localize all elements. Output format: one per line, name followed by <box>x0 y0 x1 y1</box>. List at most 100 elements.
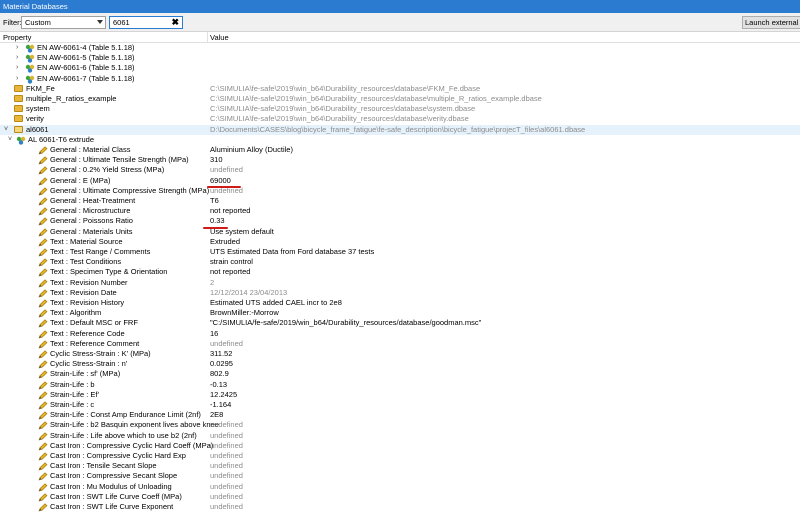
database-row[interactable]: multiple_R_ratios_example C:\SIMULIA\fe-s… <box>0 94 800 104</box>
pencil-icon <box>38 503 48 515</box>
property-value: T6 <box>210 196 219 205</box>
property-row[interactable]: Text : Default MSC or FRF "C:/SIMULIA/fe-… <box>0 318 800 328</box>
property-name: General : Ultimate Tensile Strength (MPa… <box>50 155 189 165</box>
property-name: General : Microstructure <box>50 206 131 216</box>
property-row[interactable]: Text : Test Range / Comments UTS Estimate… <box>0 247 800 257</box>
launch-external-button[interactable]: Launch external dat <box>742 16 800 29</box>
property-name: General : Ultimate Compressive Strength … <box>50 185 210 195</box>
property-row[interactable]: Text : Reference Code 16 <box>0 329 800 339</box>
database-folder-icon <box>14 115 23 123</box>
property-row[interactable]: Strain-Life : Const Amp Endurance Limit … <box>0 410 800 420</box>
property-name: General : 0.2% Yield Stress (MPa) <box>50 165 165 175</box>
material-tree: › EN AW-6061-4 (Table 5.1.18) › EN AW-6061-… <box>0 43 800 516</box>
property-value: undefined <box>210 338 243 348</box>
property-row[interactable]: General : 0.2% Yield Stress (MPa) undefin… <box>0 165 800 175</box>
property-row[interactable]: Strain-Life : b -0.13 <box>0 380 800 390</box>
property-value: strain control <box>210 257 253 267</box>
filter-label: Filter: <box>3 18 22 27</box>
property-name: General : Materials Units <box>50 226 133 236</box>
chevron-right-icon[interactable]: › <box>16 53 18 63</box>
property-name: Strain-Life : sf' (MPa) <box>50 369 121 379</box>
property-row[interactable]: Strain-Life : b2 Basquin exponent lives … <box>0 420 800 430</box>
property-value: undefined <box>210 471 243 481</box>
database-row[interactable]: system C:\SIMULIA\fe-safe\2019\win_b64\Du… <box>0 104 800 114</box>
property-value: undefined <box>210 502 243 511</box>
property-row[interactable]: Cast Iron : SWT Life Curve Exponent undef… <box>0 502 800 512</box>
property-name: multiple_R_ratios_example <box>26 94 117 103</box>
property-row[interactable]: Cyclic Stress-Strain : K' (MPa) 311.52 <box>0 349 800 359</box>
property-value: 0.0295 <box>210 359 233 369</box>
property-name: Cast Iron : Mu Modulus of Unloading <box>50 481 172 491</box>
chevron-down-icon[interactable]: ˅ <box>8 135 12 145</box>
property-row[interactable]: Strain-Life : sf' (MPa) 802.9 <box>0 369 800 379</box>
property-row[interactable]: Cast Iron : Compressive Secant Slope unde… <box>0 471 800 481</box>
database-row[interactable]: verity C:\SIMULIA\fe-safe\2019\win_b64\Du… <box>0 114 800 124</box>
property-row[interactable]: Cast Iron : Mu Modulus of Unloading undef… <box>0 482 800 492</box>
property-name: Cast Iron : Compressive Cyclic Hard Exp <box>50 451 186 460</box>
property-name: General : Material Class <box>50 145 131 154</box>
filter-mode-select[interactable]: Custom <box>21 16 106 29</box>
property-row[interactable]: General : Materials Units Use system defa… <box>0 227 800 237</box>
open-folder-icon <box>14 125 23 133</box>
property-row[interactable]: Strain-Life : Life above which to use b2… <box>0 431 800 441</box>
property-value: undefined <box>210 491 243 501</box>
property-value: 16 <box>210 328 219 338</box>
poissons-annotation-underline <box>203 226 228 229</box>
property-value: 69000 <box>210 175 231 185</box>
property-row[interactable]: General : Ultimate Compressive Strength … <box>0 186 800 196</box>
property-row[interactable]: General : Heat-Treatment T6 <box>0 196 800 206</box>
property-value: 0.33 <box>210 216 225 226</box>
e-value-annotation-underline <box>207 186 241 189</box>
chevron-down-icon[interactable]: ˅ <box>4 125 8 135</box>
property-value: undefined <box>210 451 243 460</box>
property-row[interactable]: General : Material Class Aluminium Alloy … <box>0 145 800 155</box>
material-row[interactable]: › EN AW-6061-5 (Table 5.1.18) <box>0 53 800 63</box>
clear-icon[interactable]: ✖ <box>171 17 179 28</box>
property-row[interactable]: Text : Algorithm BrownMiller:-Morrow <box>0 308 800 318</box>
property-row[interactable]: Cast Iron : Compressive Cyclic Hard Exp u… <box>0 451 800 461</box>
database-row[interactable]: ˅ al6061 D:\Documents\CASES\blog\bicycle_f… <box>0 124 800 135</box>
chevron-right-icon[interactable]: › <box>16 43 18 53</box>
material-row[interactable]: › EN AW-6061-6 (Table 5.1.18) <box>0 63 800 74</box>
property-row[interactable]: General : Ultimate Tensile Strength (MPa… <box>0 155 800 165</box>
property-row[interactable]: Text : Specimen Type & Orientation not re… <box>0 267 800 277</box>
property-row[interactable]: Text : Revision Date 12/12/2014 23/04/201… <box>0 288 800 298</box>
property-name: AL 6061-T6 extrude <box>28 134 95 144</box>
column-divider[interactable] <box>207 32 208 43</box>
property-name: Text : Specimen Type & Orientation <box>50 267 168 277</box>
property-row[interactable]: Text : Revision History Estimated UTS add… <box>0 298 800 308</box>
property-row[interactable]: Text : Revision Number 2 <box>0 278 800 288</box>
property-row[interactable]: Strain-Life : c -1.164 <box>0 400 800 410</box>
column-header-property[interactable]: Property <box>3 33 31 42</box>
material-row[interactable]: › EN AW-6061-4 (Table 5.1.18) <box>0 43 800 53</box>
filter-text-input[interactable]: 6061 ✖ <box>109 16 183 29</box>
property-name: Text : Test Range / Comments <box>50 247 151 256</box>
property-row[interactable]: General : Poissons Ratio 0.33 <box>0 216 800 226</box>
material-row[interactable]: ˅ AL 6061-T6 extrude <box>0 135 800 145</box>
property-row[interactable]: Text : Test Conditions strain control <box>0 257 800 267</box>
property-row[interactable]: General : Microstructure not reported <box>0 206 800 216</box>
property-name: Strain-Life : Life above which to use b2… <box>50 430 197 440</box>
property-value: BrownMiller:-Morrow <box>210 308 279 318</box>
property-row[interactable]: Cast Iron : SWT Life Curve Coeff (MPa) un… <box>0 492 800 502</box>
chevron-right-icon[interactable]: › <box>16 74 18 84</box>
property-row[interactable]: General : E (MPa) 69000 <box>0 176 800 186</box>
property-row[interactable]: Text : Material Source Extruded <box>0 237 800 247</box>
database-folder-icon <box>14 84 23 92</box>
material-row[interactable]: › EN AW-6061-7 (Table 5.1.18) <box>0 74 800 84</box>
property-row[interactable]: Cast Iron : Compressive Cyclic Hard Coef… <box>0 441 800 451</box>
database-row[interactable]: FKM_Fe C:\SIMULIA\fe-safe\2019\win_b64\Du… <box>0 84 800 94</box>
column-header-value[interactable]: Value <box>210 33 229 42</box>
property-row[interactable]: Text : Reference Comment undefined <box>0 339 800 349</box>
property-row[interactable]: Cyclic Stress-Strain : n' 0.0295 <box>0 359 800 369</box>
property-name: Cast Iron : Compressive Secant Slope <box>50 471 178 481</box>
property-value: 802.9 <box>210 369 229 379</box>
chevron-right-icon[interactable]: › <box>16 63 18 73</box>
property-row[interactable]: Strain-Life : Ef' 12.2425 <box>0 390 800 400</box>
property-value: undefined <box>210 420 243 430</box>
property-name: Strain-Life : Const Amp Endurance Limit … <box>50 410 201 420</box>
property-value: undefined <box>210 461 243 471</box>
property-name: Text : Revision Number <box>50 277 128 287</box>
property-row[interactable]: Cast Iron : Tensile Secant Slope undefine… <box>0 461 800 471</box>
property-name: General : Poissons Ratio <box>50 216 133 226</box>
